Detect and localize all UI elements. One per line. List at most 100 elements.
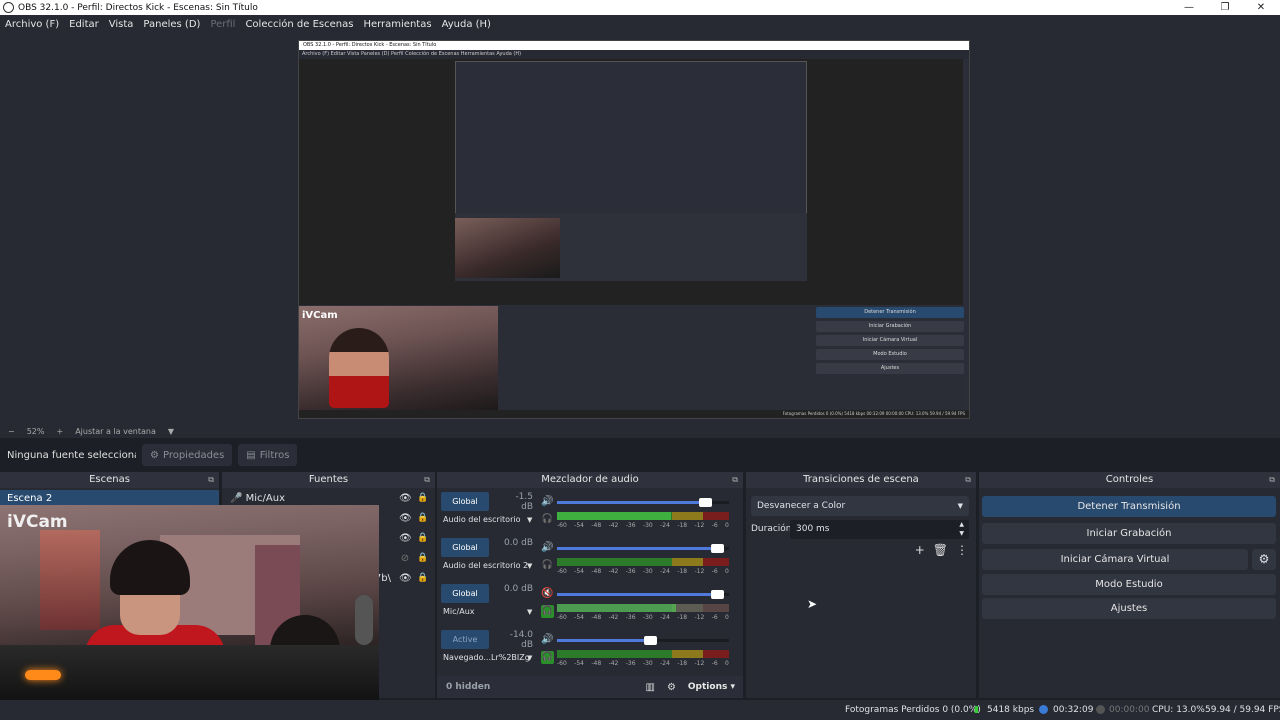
properties-button[interactable]: ⚙ Propiedades: [142, 444, 233, 466]
tick-label: -60: [557, 568, 567, 575]
volume-fill: [557, 501, 712, 504]
more-icon[interactable]: ⋮: [956, 543, 968, 557]
volume-slider[interactable]: [557, 544, 729, 553]
cpu-usage: CPU: 13.0%: [1152, 705, 1205, 715]
tick-label: -48: [591, 568, 602, 575]
volume-db: -14.0 dB: [509, 630, 533, 650]
volume-slider[interactable]: [557, 498, 729, 507]
restore-button[interactable]: ❐: [1208, 0, 1242, 15]
chevron-down-icon[interactable]: ▼: [527, 562, 532, 570]
chevron-down-icon[interactable]: ▼: [527, 654, 532, 662]
monitor-badge[interactable]: Active: [441, 630, 489, 649]
layout-icon[interactable]: ▥: [645, 682, 654, 693]
stop-stream-button[interactable]: Detener Transmisión: [982, 496, 1276, 517]
volume-knob[interactable]: [710, 590, 724, 599]
virtual-camera-settings-gear-icon[interactable]: ⚙: [1252, 549, 1276, 570]
audio-mixer-dock: Mezclador de audio ⧉ Global -1.5 dB 🔊 Aud…: [437, 472, 743, 698]
menu-vista[interactable]: Vista: [104, 19, 139, 30]
undock-icon[interactable]: ⧉: [1269, 472, 1275, 488]
filter-icon: ▤: [246, 449, 256, 461]
fit-to-window-label[interactable]: Ajustar a la ventana: [75, 427, 156, 436]
headphones-icon[interactable]: 🎧: [541, 559, 554, 572]
settings-button[interactable]: Ajustes: [982, 598, 1276, 619]
headphones-icon[interactable]: 🎧: [541, 651, 554, 664]
filters-button[interactable]: ▤ Filtros: [238, 444, 298, 466]
undock-icon[interactable]: ⧉: [965, 472, 971, 488]
menu-archivo[interactable]: Archivo (F): [0, 19, 64, 30]
tick-label: -36: [625, 660, 636, 667]
volume-knob[interactable]: [698, 498, 712, 507]
tick-label: -36: [625, 568, 636, 575]
visibility-eye-icon[interactable]: 👁: [399, 573, 412, 584]
visibility-eye-icon[interactable]: 👁: [399, 493, 412, 504]
visibility-eye-icon[interactable]: 👁: [399, 533, 412, 544]
headphones-icon[interactable]: 🎧: [541, 605, 554, 618]
volume-knob[interactable]: [710, 544, 724, 553]
no-source-label: Ninguna fuente seleccionada: [7, 449, 136, 461]
transitions-title-label: Transiciones de escena: [803, 474, 919, 485]
nested-start-record: Iniciar Grabación: [816, 321, 964, 332]
duration-input[interactable]: 300 ms ▲ ▼: [790, 520, 969, 539]
hidden-count[interactable]: 0 hidden: [437, 682, 645, 692]
minimize-button[interactable]: —: [1172, 0, 1206, 15]
zoom-in-button[interactable]: +: [56, 427, 63, 436]
scenes-title: Escenas ⧉: [0, 472, 219, 488]
options-button[interactable]: Options ▾: [688, 682, 735, 692]
volume-slider[interactable]: [557, 590, 729, 599]
zoom-out-button[interactable]: −: [8, 427, 15, 436]
trash-icon[interactable]: 🗑: [933, 543, 948, 557]
start-recording-button[interactable]: Iniciar Grabación: [982, 523, 1276, 544]
menu-coleccion-escenas[interactable]: Colección de Escenas: [240, 19, 358, 30]
volume-knob[interactable]: [643, 636, 657, 645]
volume-fill: [557, 593, 724, 596]
lock-icon[interactable]: 🔒: [417, 573, 428, 583]
menu-ayuda[interactable]: Ayuda (H): [437, 19, 496, 30]
start-virtual-camera-button[interactable]: Iniciar Cámara Virtual: [982, 549, 1248, 570]
undock-icon[interactable]: ⧉: [732, 472, 738, 488]
controls-title: Controles ⧉: [979, 472, 1280, 488]
lock-icon[interactable]: 🔒: [417, 493, 428, 503]
volume-fill: [557, 547, 724, 550]
speaker-icon[interactable]: 🔊: [541, 634, 553, 645]
context-bar: Ninguna fuente seleccionada ⚙Propiedades…: [0, 440, 1280, 470]
hair: [110, 540, 190, 595]
advanced-audio-icon[interactable]: ⚙: [667, 682, 676, 693]
channel-name: Mic/Aux: [443, 607, 475, 616]
lock-icon[interactable]: 🔒: [417, 553, 428, 563]
tick-label: -36: [625, 522, 636, 529]
undock-icon[interactable]: ⧉: [424, 472, 430, 488]
level-meter: [557, 512, 729, 520]
undock-icon[interactable]: ⧉: [208, 472, 214, 488]
nested-stop-stream: Detener Transmisión: [816, 307, 964, 318]
monitor-badge[interactable]: Global: [441, 584, 489, 603]
monitor-badge[interactable]: Global: [441, 492, 489, 511]
zoom-caret-icon[interactable]: ▼: [168, 427, 174, 436]
hidden-eye-icon[interactable]: ⊘: [399, 553, 411, 564]
speaker-icon[interactable]: 🔊: [541, 496, 553, 507]
meter-ticks: -60 -54 -48 -42 -36 -30 -24 -18 -12 -6 0: [557, 522, 729, 530]
lock-icon[interactable]: 🔒: [417, 513, 428, 523]
muted-speaker-icon[interactable]: 🔇: [541, 588, 553, 599]
tick-label: -24: [660, 660, 670, 667]
close-button[interactable]: ✕: [1244, 0, 1278, 15]
properties-label: Propiedades: [162, 449, 225, 461]
tick-label: 0: [725, 660, 729, 667]
menu-herramientas[interactable]: Herramientas: [358, 19, 436, 30]
tick-label: -24: [660, 522, 670, 529]
transition-select[interactable]: Desvanecer a Color ▼: [751, 496, 969, 516]
speaker-icon[interactable]: 🔊: [541, 542, 553, 553]
spinbox-arrows[interactable]: ▲ ▼: [959, 520, 964, 538]
chevron-down-icon[interactable]: ▼: [527, 516, 532, 524]
lock-icon[interactable]: 🔒: [417, 533, 428, 543]
menu-editar[interactable]: Editar: [64, 19, 104, 30]
menu-paneles[interactable]: Paneles (D): [138, 19, 205, 30]
visibility-eye-icon[interactable]: 👁: [399, 513, 412, 524]
mixer-channel: Active -14.0 dB 🔊 Navegado...Lr%2BIZg ▼ …: [441, 630, 735, 676]
add-icon[interactable]: +: [915, 543, 925, 557]
volume-slider[interactable]: [557, 636, 729, 645]
headphones-icon[interactable]: 🎧: [541, 513, 554, 526]
chevron-down-icon[interactable]: ▼: [527, 608, 532, 616]
monitor-badge[interactable]: Global: [441, 538, 489, 557]
studio-mode-button[interactable]: Modo Estudio: [982, 574, 1276, 595]
gear-icon: ⚙: [150, 449, 159, 461]
